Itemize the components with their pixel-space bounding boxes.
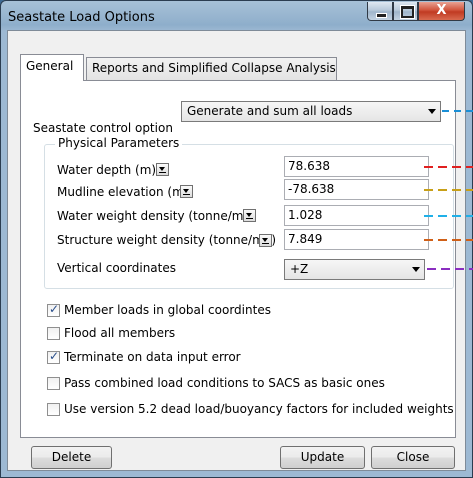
seastate-control-value: Generate and sum all loads	[187, 104, 353, 118]
checkmark-icon: ✓	[49, 349, 60, 363]
flood-all-members-checkbox[interactable]	[47, 327, 60, 340]
water-depth-label: Water depth (m)	[57, 163, 157, 177]
water-density-field[interactable]: 1.028	[284, 205, 429, 226]
mudline-elevation-label: Mudline elevation (m)	[57, 185, 189, 199]
use-version-52-label: Use version 5.2 dead load/buoyancy facto…	[64, 402, 454, 416]
mudline-elevation-field[interactable]: -78.638	[284, 179, 429, 200]
structure-density-label: Structure weight density (tonne/m3)	[57, 233, 277, 247]
tab-general[interactable]: General	[20, 54, 84, 81]
dropdown-arrow-icon	[183, 189, 189, 193]
minimize-button[interactable]	[367, 2, 393, 21]
water-depth-unit-button[interactable]	[156, 163, 169, 176]
maximize-button[interactable]	[393, 2, 418, 21]
seastate-control-label: Seastate control option	[33, 121, 173, 135]
water-depth-value: 78.638	[288, 159, 330, 173]
checkmark-icon: ✓	[49, 302, 60, 316]
window-title: Seastate Load Options	[8, 10, 155, 25]
pass-combined-load-label: Pass combined load conditions to SACS as…	[64, 376, 385, 390]
close-window-button[interactable]: X	[418, 2, 465, 21]
water-density-value: 1.028	[288, 208, 323, 222]
water-depth-field[interactable]: 78.638	[284, 156, 429, 177]
dropdown-arrow-icon	[246, 213, 252, 217]
vertical-coordinates-label: Vertical coordinates	[57, 261, 176, 275]
mudline-elevation-value: -78.638	[288, 182, 335, 196]
structure-density-value: 7.849	[288, 232, 323, 246]
minimize-icon	[376, 13, 387, 18]
title-bar[interactable]: Seastate Load Options X	[1, 1, 472, 31]
terminate-on-error-label: Terminate on data input error	[64, 350, 241, 364]
structure-density-unit-button[interactable]	[259, 234, 272, 247]
seastate-connector-line	[442, 110, 473, 112]
vertical-coordinates-value: +Z	[290, 262, 309, 276]
water-depth-connector-line	[424, 166, 473, 168]
mudline-connector-line	[424, 189, 473, 191]
terminate-on-error-checkbox[interactable]: ✓	[47, 349, 60, 364]
close-button[interactable]: Close	[371, 446, 455, 469]
vertical-coordinates-select[interactable]: +Z	[284, 259, 425, 280]
chevron-down-icon	[412, 267, 420, 272]
mudline-unit-button[interactable]	[180, 185, 193, 198]
pass-combined-load-checkbox[interactable]	[47, 377, 60, 390]
structure-density-field[interactable]: 7.849	[284, 229, 429, 250]
close-icon: X	[436, 3, 447, 18]
maximize-icon	[400, 5, 415, 19]
flood-all-members-label: Flood all members	[64, 326, 176, 340]
member-loads-label: Member loads in global coordintes	[64, 303, 271, 317]
use-version-52-checkbox[interactable]	[47, 403, 60, 416]
seastate-control-select[interactable]: Generate and sum all loads	[181, 101, 441, 122]
member-loads-checkbox[interactable]: ✓	[47, 302, 60, 317]
water-density-unit-button[interactable]	[243, 209, 256, 222]
structure-density-connector-line	[424, 239, 473, 241]
physical-parameters-title: Physical Parameters	[55, 136, 183, 150]
update-button[interactable]: Update	[280, 446, 365, 469]
tab-reports[interactable]: Reports and Simplified Collapse Analysis	[86, 57, 337, 80]
dropdown-arrow-icon	[262, 238, 268, 242]
dropdown-arrow-icon	[159, 167, 165, 171]
chevron-down-icon	[428, 109, 436, 114]
vertical-connector-line	[427, 268, 473, 270]
water-density-connector-line	[424, 215, 473, 217]
water-density-label: Water weight density (tonne/m3)	[57, 209, 256, 223]
delete-button[interactable]: Delete	[31, 446, 112, 469]
